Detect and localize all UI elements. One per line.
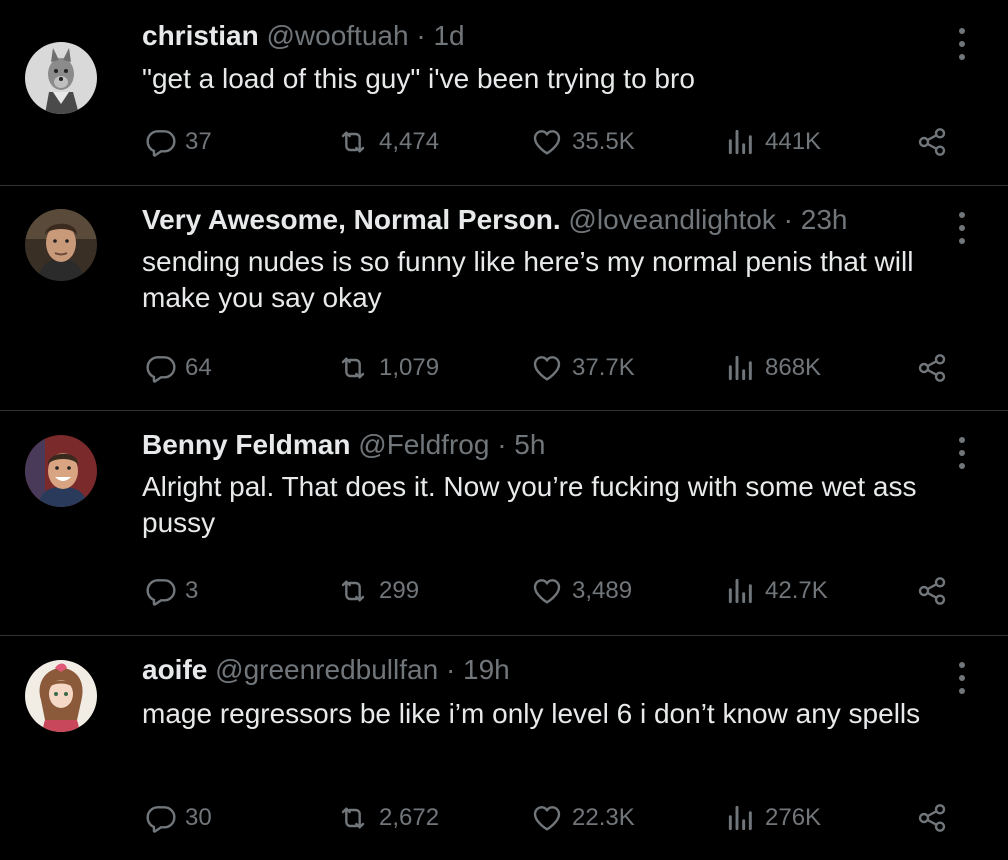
repost-button[interactable]: 2,672 (335, 798, 439, 838)
reply-icon (146, 356, 176, 383)
more-icon[interactable] (950, 658, 974, 698)
heart-icon (533, 130, 561, 155)
handle[interactable]: @loveandlightok (568, 204, 775, 235)
repost-icon (341, 580, 365, 602)
views-count: 276K (765, 804, 822, 831)
tweet[interactable]: Benny Feldman @Feldfrog · 5h Alright pal… (0, 411, 1008, 635)
timestamp[interactable]: · 19h (446, 654, 510, 685)
heart-icon (533, 579, 561, 604)
man-avatar-image (25, 209, 97, 281)
like-button[interactable]: 3,489 (530, 571, 632, 611)
avatar[interactable] (25, 42, 97, 114)
like-button[interactable]: 35.5K (530, 122, 635, 162)
action-bar: 64 1,079 37.7K 868K (0, 348, 1008, 388)
display-name[interactable]: aoife (142, 654, 207, 685)
tweet[interactable]: aoife @greenredbullfan · 19h mage regres… (0, 636, 1008, 860)
like-count: 22.3K (572, 804, 635, 831)
tweet-text: sending nudes is so funny like here’s my… (142, 246, 914, 313)
reply-count: 64 (185, 354, 212, 381)
views-icon (728, 129, 752, 155)
views-count: 868K (765, 354, 822, 381)
tweet-header: Very Awesome, Normal Person. @loveandlig… (142, 204, 847, 236)
repost-count: 4,474 (379, 128, 440, 155)
repost-icon (341, 131, 365, 153)
action-bar: 37 4,474 35.5K 441K (0, 122, 1008, 162)
views-button[interactable]: 868K (725, 348, 821, 388)
reply-button[interactable]: 3 (145, 571, 198, 611)
tweet-header: aoife @greenredbullfan · 19h (142, 654, 510, 686)
handle[interactable]: @wooftuah (266, 20, 408, 51)
anime-girl-avatar-image (25, 660, 97, 732)
avatar[interactable] (25, 435, 97, 507)
heart-icon (533, 806, 561, 831)
reply-count: 3 (185, 577, 199, 604)
tweet-header: Benny Feldman @Feldfrog · 5h (142, 429, 545, 461)
timestamp[interactable]: · 5h (497, 429, 545, 460)
share-icon (918, 128, 946, 156)
action-bar: 30 2,672 22.3K 276K (0, 798, 1008, 838)
timestamp[interactable]: · 23h (784, 204, 848, 235)
like-button[interactable]: 22.3K (530, 798, 635, 838)
avatar[interactable] (25, 209, 97, 281)
tweet[interactable]: christian @wooftuah · 1d "get a load of … (0, 0, 1008, 185)
tweet-header: christian @wooftuah · 1d (142, 20, 465, 52)
avatar[interactable] (25, 660, 97, 732)
repost-count: 2,672 (379, 804, 440, 831)
wolf-avatar-image (25, 42, 97, 114)
display-name[interactable]: christian (142, 20, 259, 51)
views-button[interactable]: 42.7K (725, 571, 828, 611)
tweet-text: mage regressors be like i’m only level 6… (142, 698, 921, 729)
like-count: 3,489 (572, 577, 633, 604)
smiling-man-avatar-image (25, 435, 97, 507)
repost-button[interactable]: 1,079 (335, 348, 439, 388)
more-icon[interactable] (950, 208, 974, 248)
tweet-text: Alright pal. That does it. Now you’re fu… (142, 471, 917, 538)
repost-button[interactable]: 4,474 (335, 122, 439, 162)
reply-count: 30 (185, 804, 212, 831)
views-count: 441K (765, 128, 822, 155)
reply-icon (146, 806, 176, 833)
reply-button[interactable]: 37 (145, 122, 212, 162)
views-button[interactable]: 441K (725, 122, 821, 162)
display-name[interactable]: Benny Feldman (142, 429, 350, 460)
more-icon[interactable] (950, 24, 974, 64)
share-icon (918, 354, 946, 382)
views-count: 42.7K (765, 577, 828, 604)
handle[interactable]: @Feldfrog (358, 429, 489, 460)
share-button[interactable] (916, 348, 948, 388)
share-icon (918, 804, 946, 832)
views-button[interactable]: 276K (725, 798, 821, 838)
reply-icon (146, 579, 176, 606)
reply-count: 37 (185, 128, 212, 155)
like-count: 35.5K (572, 128, 635, 155)
repost-button[interactable]: 299 (335, 571, 419, 611)
share-button[interactable] (916, 798, 948, 838)
like-count: 37.7K (572, 354, 635, 381)
action-bar: 3 299 3,489 42.7K (0, 571, 1008, 611)
reply-button[interactable]: 64 (145, 348, 212, 388)
repost-icon (341, 807, 365, 829)
repost-count: 299 (379, 577, 420, 604)
like-button[interactable]: 37.7K (530, 348, 635, 388)
display-name[interactable]: Very Awesome, Normal Person. (142, 204, 561, 235)
reply-button[interactable]: 30 (145, 798, 212, 838)
views-icon (728, 355, 752, 381)
timestamp[interactable]: · 1d (416, 20, 464, 51)
reply-icon (146, 130, 176, 157)
share-button[interactable] (916, 571, 948, 611)
share-button[interactable] (916, 122, 948, 162)
more-icon[interactable] (950, 433, 974, 473)
repost-icon (341, 357, 365, 379)
heart-icon (533, 356, 561, 381)
tweet-text: "get a load of this guy" i've been tryin… (142, 63, 695, 94)
views-icon (728, 578, 752, 604)
handle[interactable]: @greenredbullfan (215, 654, 438, 685)
share-icon (918, 577, 946, 605)
tweet[interactable]: Very Awesome, Normal Person. @loveandlig… (0, 186, 1008, 410)
repost-count: 1,079 (379, 354, 440, 381)
views-icon (728, 805, 752, 831)
